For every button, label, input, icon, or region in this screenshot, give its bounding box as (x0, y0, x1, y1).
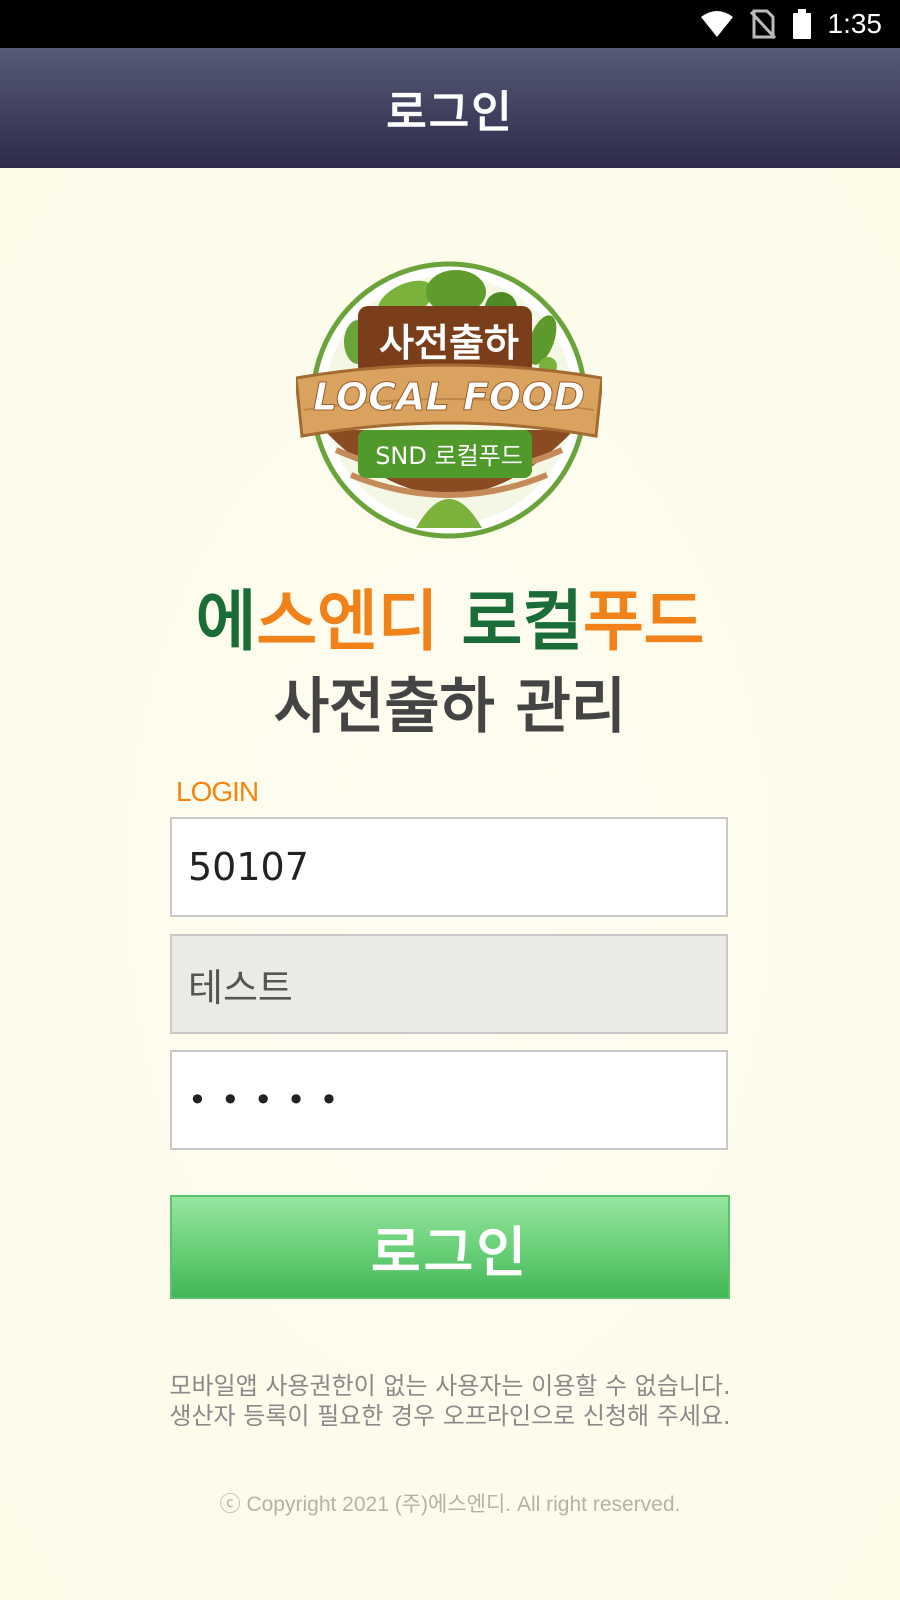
brand-name-part: 에 (195, 583, 257, 660)
user-id-value: 50107 (188, 845, 309, 889)
notice-text: 생산자 등록이 필요한 경우 오프라인으로 신청해 주세요. (169, 1402, 731, 1430)
brand-name: 에스엔디 로컬푸드 (0, 568, 900, 664)
user-name-value: 테스트 (188, 965, 293, 1010)
app-header: 로그인 (0, 48, 900, 168)
page-title: 로그인 (386, 87, 514, 138)
status-icons: 1:35 (700, 0, 883, 48)
copyright-text: ⓒ Copyright 2021 (주)에스엔디. All right rese… (219, 1493, 681, 1516)
battery-icon (792, 9, 811, 39)
brand-name-part: 푸드 (582, 583, 705, 660)
login-button-label: 로그인 (370, 1220, 530, 1284)
login-content: 사전출하 LOCAL FOOD SND 로컬푸드 에스엔디 로컬푸드 사전출하 … (0, 168, 900, 1600)
user-name-field: 테스트 (170, 934, 728, 1034)
brand-name-part: 스엔디 (256, 583, 439, 660)
logo-top-text: 사전출하 (379, 321, 519, 365)
password-value: ••••• (188, 1081, 353, 1119)
login-section-label: LOGIN (176, 776, 259, 807)
logo-bottom-text: SND 로컬푸드 (375, 442, 523, 470)
wifi-icon (700, 11, 733, 37)
brand-name-part: 로컬 (438, 583, 583, 660)
brand-subtitle: 사전출하 관리 (273, 672, 627, 742)
no-sim-icon (749, 9, 776, 39)
status-time: 1:35 (827, 8, 883, 39)
status-bar: 1:35 (0, 0, 900, 48)
password-field[interactable]: ••••• (170, 1050, 728, 1150)
local-food-logo: 사전출하 LOCAL FOOD SND 로컬푸드 (294, 260, 604, 550)
logo-banner-text: LOCAL FOOD (313, 375, 585, 419)
login-button[interactable]: 로그인 (170, 1195, 730, 1299)
user-id-field[interactable]: 50107 (170, 817, 728, 917)
